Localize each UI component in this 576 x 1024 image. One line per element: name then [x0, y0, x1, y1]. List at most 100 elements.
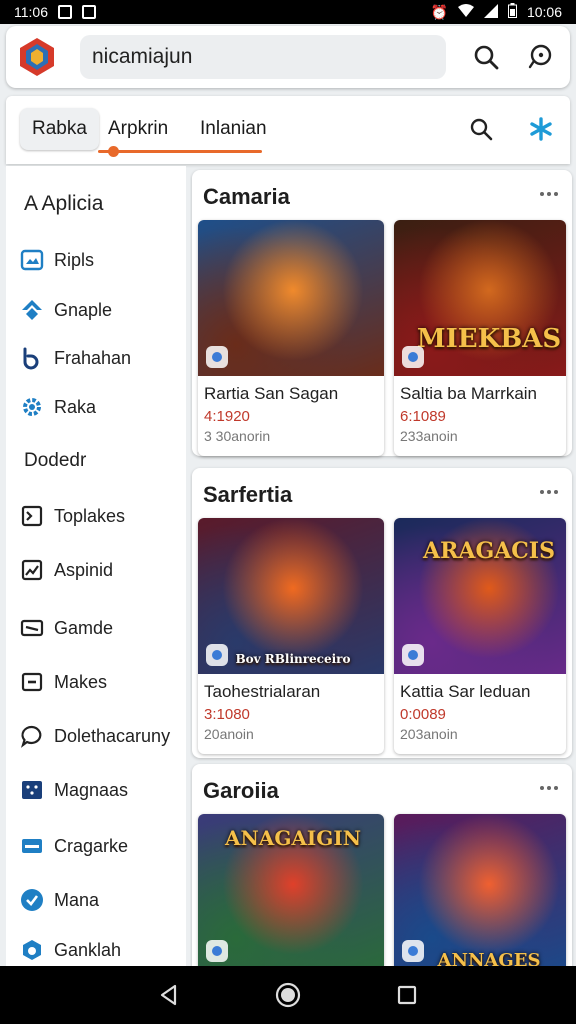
system-nav-bar	[0, 966, 576, 1024]
gear-icon	[23, 398, 41, 416]
app-card[interactable]: Bov RBlinreceiro Taohestrialaran 3:1080 …	[198, 518, 384, 754]
sidebar-item-toplakes[interactable]: Toplakes	[20, 500, 125, 532]
recents-icon[interactable]	[396, 984, 418, 1006]
app-badge-icon	[206, 940, 228, 962]
notification-icon	[58, 5, 72, 19]
card-subtitle: 3 30anorin	[204, 428, 271, 444]
section-sarfertia: Sarfertia Bov RBlinreceiro Taohestrialar…	[192, 468, 572, 758]
sidebar-item-ripls[interactable]: Ripls	[20, 244, 94, 276]
app-badge-icon	[402, 940, 424, 962]
tab-label: Rabka	[32, 118, 87, 139]
search-icon[interactable]	[468, 116, 494, 142]
card-title: Rartia San Sagan	[204, 384, 339, 403]
tab-bar: Rabka Arpkrin Inlanian	[6, 96, 570, 164]
app-badge-icon	[402, 346, 424, 368]
card-subtitle: 20anoin	[204, 726, 254, 742]
sidebar-item-label: Aspinid	[54, 559, 114, 580]
toolbox-icon	[21, 505, 43, 527]
chat-icon[interactable]	[526, 43, 554, 71]
card-title: Taohestrialaran	[204, 682, 321, 701]
top-app-bar: nicamiajun	[6, 26, 570, 88]
sidebar-item-label: Gnaple	[54, 299, 113, 320]
section-camaria: Camaria Rartia San Sagan 4:1920 3 30anor…	[192, 170, 572, 456]
sidebar-item-ganklah[interactable]: Ganklah	[20, 934, 121, 966]
app-badge-icon	[402, 644, 424, 666]
sidebar-item-makes[interactable]: Makes	[20, 666, 107, 698]
tray-icon	[22, 839, 42, 853]
tab-arpkrin[interactable]: Arpkrin	[96, 108, 180, 150]
card-subtitle: 203anoin	[400, 726, 458, 742]
card-price: 3:1080	[204, 706, 250, 723]
sidebar-item-label: Cragarke	[54, 835, 129, 856]
card-price: 0:0089	[400, 706, 446, 723]
tab-rabka[interactable]: Rabka	[20, 108, 99, 150]
sidebar-item-label: Magnaas	[54, 779, 129, 800]
app-logo[interactable]	[16, 36, 58, 78]
cloud-icon	[23, 940, 41, 960]
app-card[interactable]: Rartia San Sagan 4:1920 3 30anorin	[198, 220, 384, 456]
sidebar-item-frahahan[interactable]: Frahahan	[20, 342, 131, 374]
search-input[interactable]: nicamiajun	[80, 35, 446, 79]
back-icon[interactable]	[158, 984, 180, 1006]
more-options-icon[interactable]	[540, 490, 558, 494]
card-price: 4:1920	[204, 408, 250, 425]
section-title: Sarfertia	[203, 482, 293, 507]
sidebar-item-label: Makes	[54, 671, 108, 692]
section-title: Garoiia	[203, 778, 279, 803]
alarm-icon: ⏰	[430, 3, 448, 20]
battery-icon	[507, 3, 517, 21]
signal-icon	[483, 3, 498, 21]
status-bar: 11:06 ⏰ 10:06	[0, 0, 576, 24]
app-card[interactable]: ANNAGES	[394, 814, 566, 966]
main-content: Camaria Rartia San Sagan 4:1920 3 30anor…	[190, 166, 576, 966]
more-options-icon[interactable]	[540, 786, 558, 790]
sidebar-item-label: Mana	[54, 889, 100, 910]
sidebar-item-label: Raka	[54, 396, 97, 417]
status-time-left: 11:06	[14, 4, 48, 20]
app-badge-icon	[206, 644, 228, 666]
card-price: 6:1089	[400, 408, 446, 425]
sidebar-item-label: Frahahan	[54, 347, 132, 368]
search-input-text: nicamiajun	[92, 45, 193, 68]
sidebar-item-raka[interactable]: Raka	[20, 391, 96, 423]
thumbnail-title: ARAGACIS	[423, 538, 555, 564]
image-icon	[20, 249, 44, 271]
more-options-icon[interactable]	[540, 192, 558, 196]
card-title: Saltia ba Marrkain	[400, 384, 538, 403]
tab-indicator-dot	[108, 146, 119, 157]
sidebar-item-mana[interactable]: Mana	[20, 884, 99, 916]
sidebar-item-gnaple[interactable]: Gnaple	[20, 294, 112, 326]
card-subtitle: 233anoin	[400, 428, 458, 444]
sidebar-heading: A Aplicia	[24, 192, 104, 215]
sidebar-item-label: Toplakes	[54, 505, 126, 526]
check-circle-icon	[21, 889, 43, 911]
sidebar-subheading: Dodedr	[24, 450, 87, 471]
section-garoiia: Garoiia ANAGAIGIN ANNAGES	[192, 764, 572, 966]
sprout-icon	[22, 300, 42, 320]
tab-indicator	[98, 150, 262, 153]
sidebar-item-aspinid[interactable]: Aspinid	[20, 554, 113, 586]
sidebar-item-dolethacaruny[interactable]: Dolethacaruny	[20, 720, 170, 752]
sidebar-item-label: Ganklah	[54, 939, 122, 960]
wifi-icon	[457, 3, 474, 21]
thumbnail-title: ANAGAIGIN	[225, 826, 361, 850]
app-badge-icon	[206, 346, 228, 368]
tab-label: Inlanian	[200, 118, 267, 139]
sidebar-item-cragarke[interactable]: Cragarke	[20, 830, 128, 862]
b-logo-icon	[23, 347, 39, 370]
sidebar-item-magnaas[interactable]: Magnaas	[20, 774, 128, 806]
search-icon[interactable]	[472, 43, 500, 71]
sidebar-item-label: Gamde	[54, 617, 114, 638]
minus-box-icon	[21, 672, 43, 692]
app-card[interactable]: ARAGACIS Kattia Sar leduan 0:0089 203ano…	[394, 518, 566, 754]
asterisk-icon[interactable]	[528, 116, 554, 142]
sidebar-item-label: Dolethacaruny	[54, 725, 171, 746]
sidebar: A Aplicia Ripls Gnaple Frahahan Raka Dod…	[6, 166, 186, 966]
status-time-right: 10:06	[526, 4, 562, 20]
app-card[interactable]: ANAGAIGIN	[198, 814, 384, 966]
sidebar-item-gamde[interactable]: Gamde	[20, 612, 113, 644]
home-icon[interactable]	[275, 982, 301, 1008]
app-card[interactable]: MIEKBAS Saltia ba Marrkain 6:1089 233ano…	[394, 220, 566, 456]
tab-label: Arpkrin	[108, 118, 169, 139]
tab-inlanian[interactable]: Inlanian	[188, 108, 279, 150]
